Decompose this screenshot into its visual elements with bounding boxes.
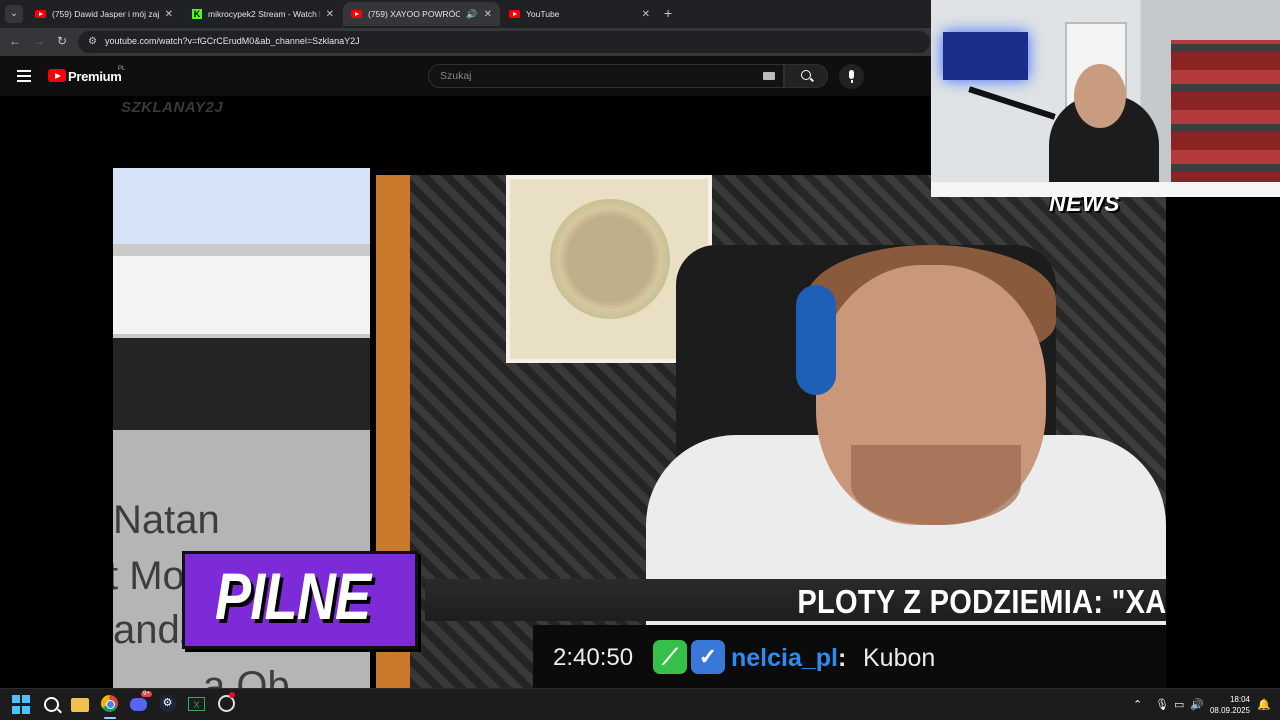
- streamer-beard: [851, 445, 1021, 525]
- panel-text-line: a Ob: [203, 664, 290, 688]
- tab-title: (759) Dawid Jasper i mój zajebi: [52, 9, 159, 19]
- browser-tab-2[interactable]: K mikrocypek2 Stream - Watch Li ✕: [184, 2, 342, 26]
- voice-search-button[interactable]: [839, 64, 864, 89]
- tab-close-icon[interactable]: ✕: [484, 9, 492, 20]
- chrome-button[interactable]: [101, 695, 121, 715]
- site-settings-icon[interactable]: ⚙: [88, 36, 97, 47]
- search-input[interactable]: Szukaj: [428, 64, 784, 88]
- ticker-text: PLOTY Z PODZIEMIA: "XA: [796, 583, 1166, 620]
- taskbar-search-button[interactable]: [42, 695, 62, 715]
- clock-date: 08.09.2025: [1209, 706, 1250, 715]
- chrome-icon: [101, 695, 118, 712]
- search-button[interactable]: [784, 64, 828, 88]
- file-explorer-button[interactable]: [71, 695, 91, 715]
- channel-watermark: SZKLANAY2J: [121, 99, 224, 116]
- urgent-badge: PILNE: [182, 551, 418, 649]
- chevron-up-icon[interactable]: ⌃: [1133, 698, 1142, 711]
- microphone-icon: [849, 70, 854, 83]
- tab-close-icon[interactable]: ✕: [165, 9, 173, 20]
- sword-badge-icon: ⟋: [653, 640, 687, 674]
- steam-button[interactable]: ⚙: [159, 695, 179, 715]
- windows-taskbar: 9+ ⚙ X ⌃ 🎙 ▭ 🔊 18:04 08.09.2025 🔔: [0, 688, 1280, 720]
- aquarium: [943, 32, 1028, 80]
- game-boxes-shelf: [1171, 40, 1280, 190]
- kick-favicon-icon: K: [192, 9, 202, 19]
- verified-badge-icon: ✓: [691, 640, 725, 674]
- browser-tab-4[interactable]: YouTube ✕: [501, 2, 658, 26]
- search-placeholder: Szukaj: [440, 70, 472, 82]
- panel-blue-area: [113, 168, 370, 244]
- notification-badge: 9+: [141, 691, 152, 697]
- obs-icon: [218, 692, 235, 712]
- desk-surface: [931, 182, 1280, 197]
- forward-arrow-icon[interactable]: →: [33, 34, 45, 48]
- keyboard-icon[interactable]: [763, 72, 775, 80]
- tab-title: YouTube: [526, 9, 560, 19]
- microphone-icon[interactable]: 🎙: [1155, 698, 1169, 711]
- steam-icon: ⚙: [159, 695, 176, 712]
- search-icon: [44, 697, 59, 712]
- terminal-button[interactable]: X: [188, 695, 208, 715]
- chat-message-overlay: 2:40:50 ⟋ ✓ nelcia_pl: Kubon: [533, 625, 1166, 688]
- start-windows-icon[interactable]: [12, 695, 32, 715]
- youtube-favicon-icon: [35, 10, 46, 18]
- panel-text-line: t Mo: [113, 554, 185, 598]
- system-clock[interactable]: 18:04 08.09.2025: [1206, 694, 1250, 716]
- discord-icon: 9+: [130, 691, 152, 711]
- obs-button[interactable]: [218, 692, 238, 715]
- address-bar[interactable]: ⚙ youtube.com/watch?v=fGCrCErudM0&ab_cha…: [78, 31, 930, 53]
- terminal-icon: X: [188, 697, 205, 711]
- tab-search-chevron-icon[interactable]: ⌄: [5, 5, 23, 23]
- youtube-logo-icon[interactable]: [48, 69, 66, 82]
- speaker-icon[interactable]: 🔊: [466, 9, 477, 20]
- youtube-favicon-icon: [509, 10, 520, 18]
- browser-tab-3-active[interactable]: (759) XAYOO POWRÓCI? JA 🔊 ✕: [343, 2, 500, 26]
- folder-icon: [71, 698, 89, 712]
- news-ticker: PLOTY Z PODZIEMIA: "XA: [425, 579, 1166, 621]
- youtube-favicon-icon: [351, 10, 362, 18]
- chat-message-text: Kubon: [863, 644, 936, 672]
- new-tab-plus-icon[interactable]: +: [664, 5, 672, 21]
- network-icon[interactable]: ▭: [1174, 698, 1184, 711]
- tab-close-icon[interactable]: ✕: [642, 9, 650, 20]
- url-text[interactable]: youtube.com/watch?v=fGCrCErudM0&ab_chann…: [105, 36, 360, 46]
- volume-icon[interactable]: 🔊: [1190, 698, 1204, 711]
- back-arrow-icon[interactable]: ←: [9, 34, 21, 48]
- chat-timestamp: 2:40:50: [553, 644, 634, 671]
- youtube-premium-wordmark[interactable]: Premium: [68, 69, 122, 84]
- clock-time: 18:04: [1229, 695, 1250, 704]
- tab-title: (759) XAYOO POWRÓCI? JA: [368, 9, 461, 19]
- urgent-badge-text: PILNE: [215, 559, 371, 633]
- panel-dark-area: [113, 338, 370, 430]
- discord-button[interactable]: 9+: [130, 691, 152, 715]
- tab-close-icon[interactable]: ✕: [326, 9, 334, 20]
- panel-white-area: [113, 256, 370, 334]
- recording-dot-icon: [229, 692, 235, 698]
- blue-headphones: [796, 285, 836, 395]
- active-app-indicator: [104, 717, 116, 719]
- reload-icon[interactable]: ↻: [57, 34, 67, 48]
- tab-title: mikrocypek2 Stream - Watch Li: [208, 9, 320, 19]
- notifications-bell-icon[interactable]: 🔔: [1257, 698, 1271, 711]
- country-code: PL: [118, 66, 126, 72]
- panel-text-line: Natan: [113, 498, 220, 542]
- webcam-person-head: [1074, 64, 1126, 128]
- browser-tab-1[interactable]: (759) Dawid Jasper i mój zajebi ✕: [27, 2, 181, 26]
- search-icon: [801, 70, 811, 80]
- webcam-overlay: [931, 0, 1280, 197]
- microphone-arm: [968, 86, 1056, 120]
- chat-username: nelcia_pl:: [731, 644, 847, 672]
- menu-hamburger-icon[interactable]: [17, 70, 31, 85]
